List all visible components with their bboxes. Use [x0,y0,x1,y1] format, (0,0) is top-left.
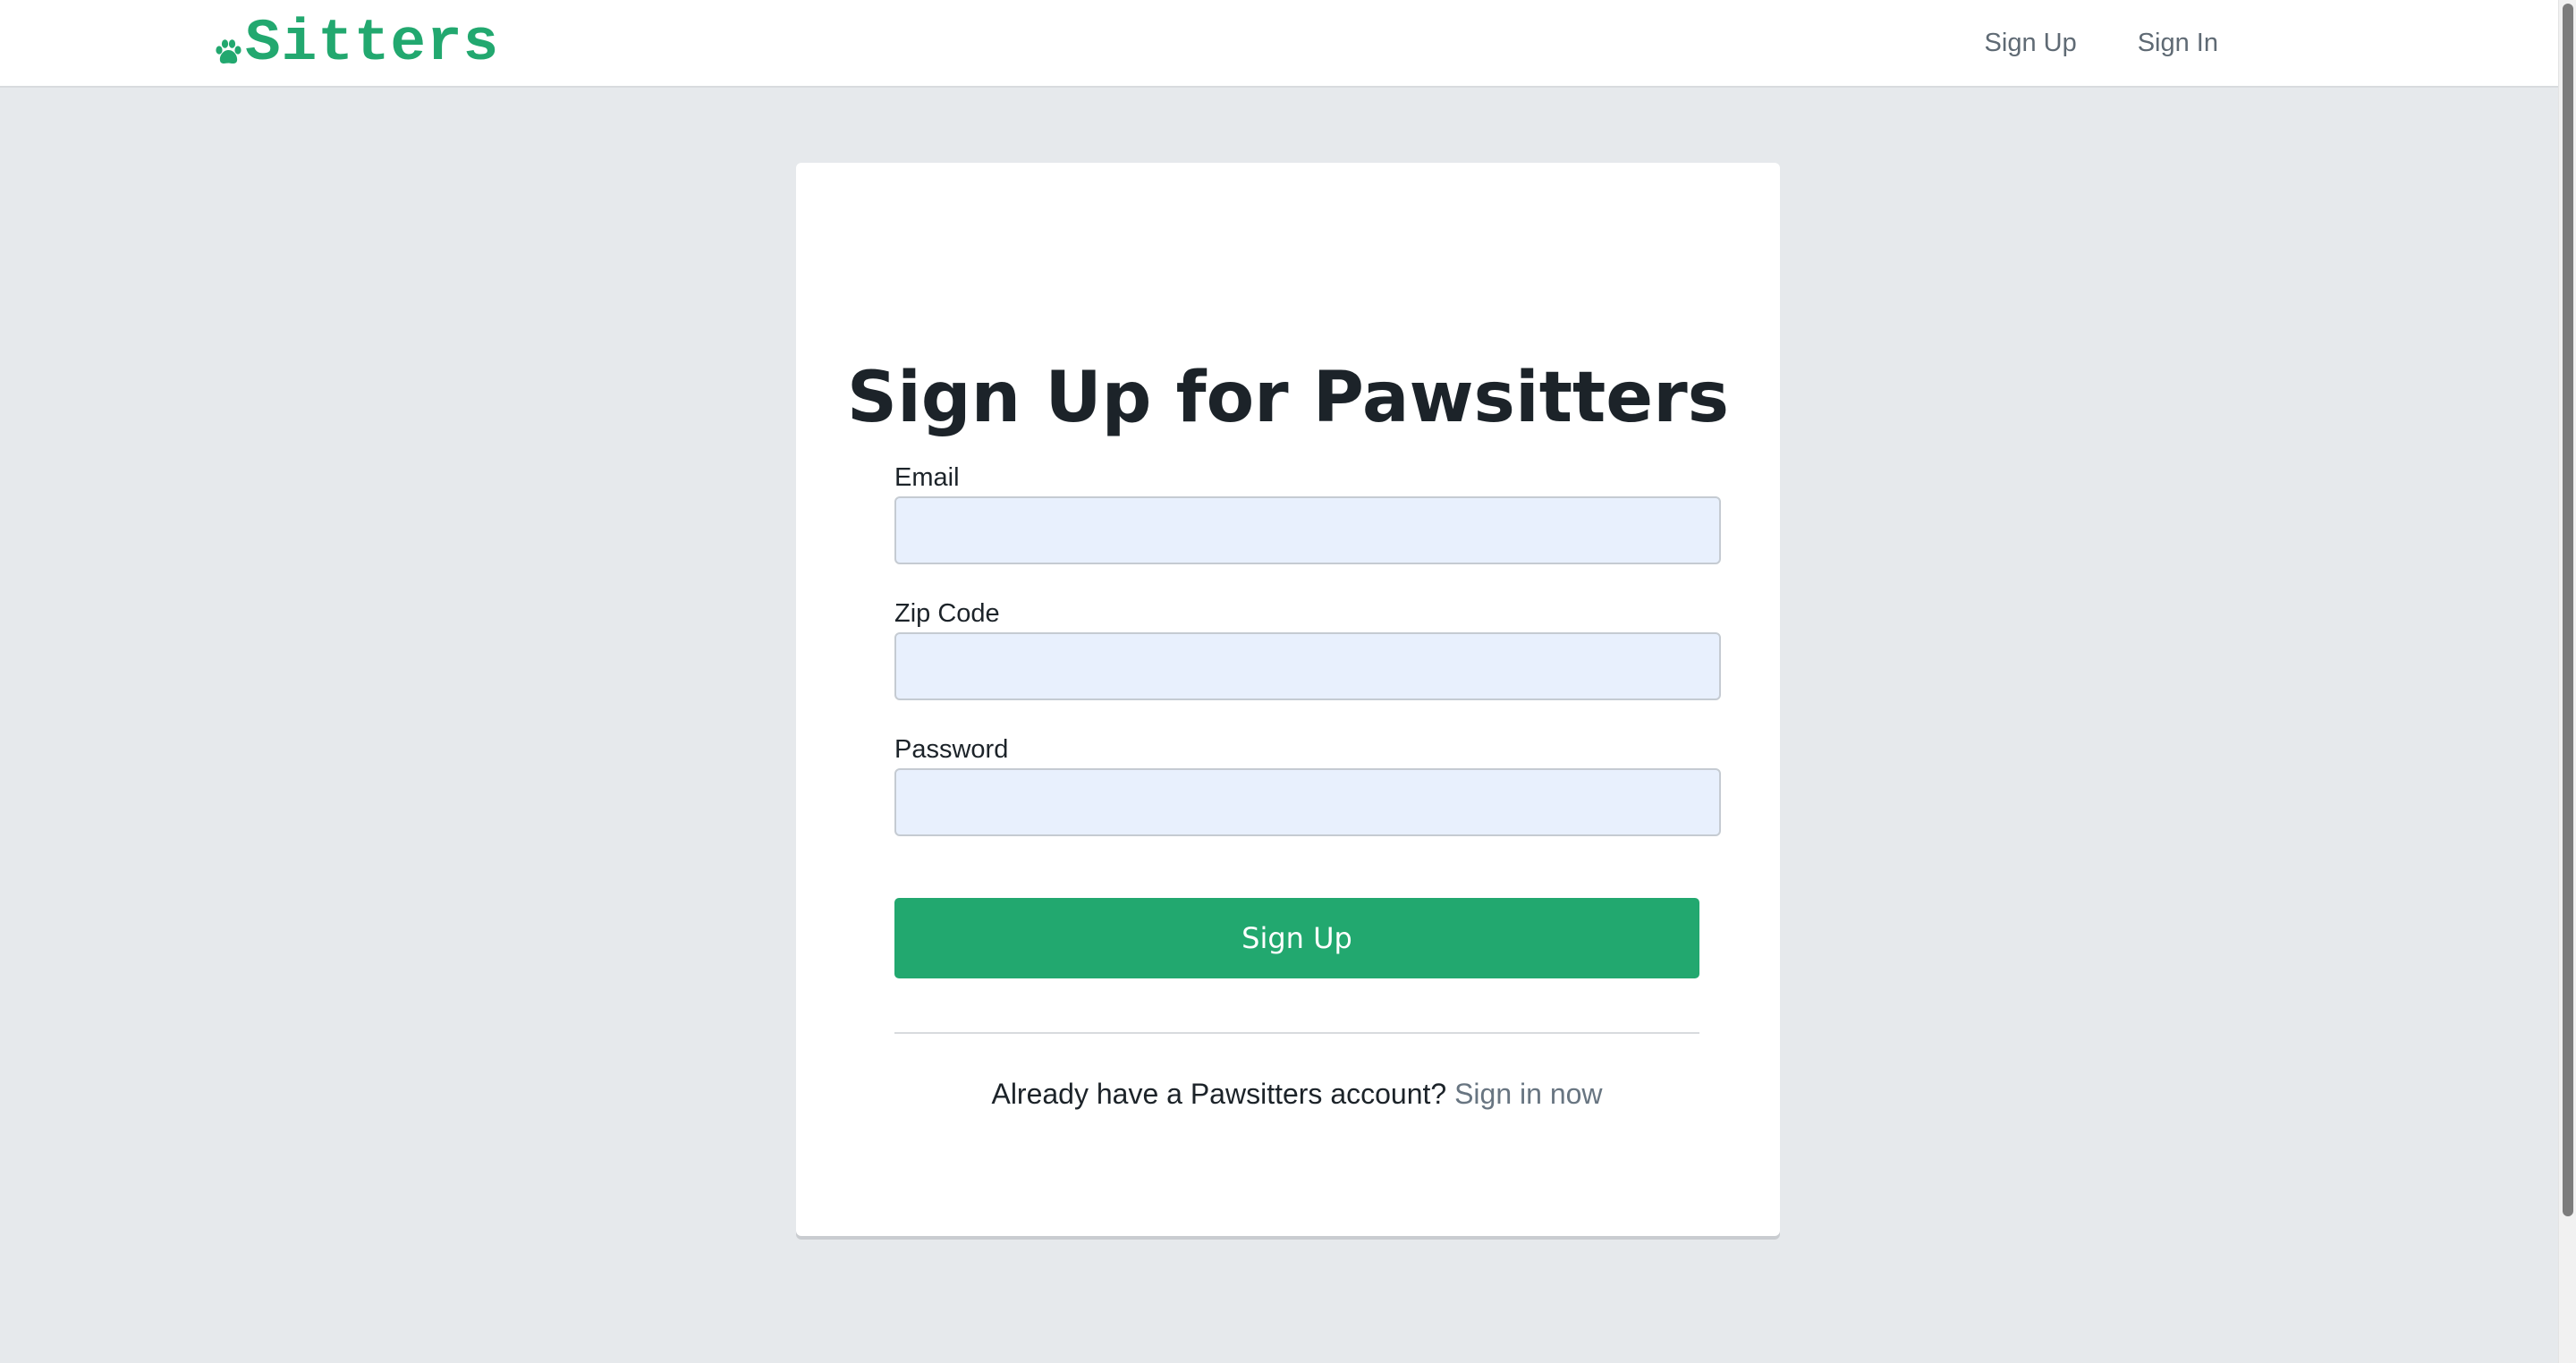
page-title: Sign Up for Pawsitters [846,358,1730,438]
nav-sign-in-link[interactable]: Sign In [2138,29,2218,58]
top-navbar: Sitters Sign Up Sign In [0,0,2558,88]
password-label: Password [894,735,1009,764]
brand-name: Sitters [245,10,500,77]
paw-icon [216,39,242,63]
brand-logo-link[interactable]: Sitters [213,7,499,80]
nav-links: Sign Up Sign In [1985,0,2218,86]
signin-prompt: Already have a Pawsitters account? Sign … [894,1078,1699,1111]
zip-code-label: Zip Code [894,599,1000,628]
email-label: Email [894,463,960,492]
scrollbar-thumb[interactable] [2563,4,2573,1216]
divider [894,1032,1699,1034]
email-field[interactable] [894,496,1721,564]
vertical-scrollbar[interactable] [2558,0,2576,1363]
sign-in-now-link[interactable]: Sign in now [1454,1078,1602,1110]
sign-up-button[interactable]: Sign Up [894,898,1699,978]
signup-card: Sign Up for Pawsitters Email Zip Code Pa… [796,163,1780,1236]
password-field[interactable] [894,768,1721,836]
nav-sign-up-link[interactable]: Sign Up [1985,29,2077,58]
signin-prompt-text: Already have a Pawsitters account? [991,1078,1447,1110]
zip-code-field[interactable] [894,632,1721,700]
